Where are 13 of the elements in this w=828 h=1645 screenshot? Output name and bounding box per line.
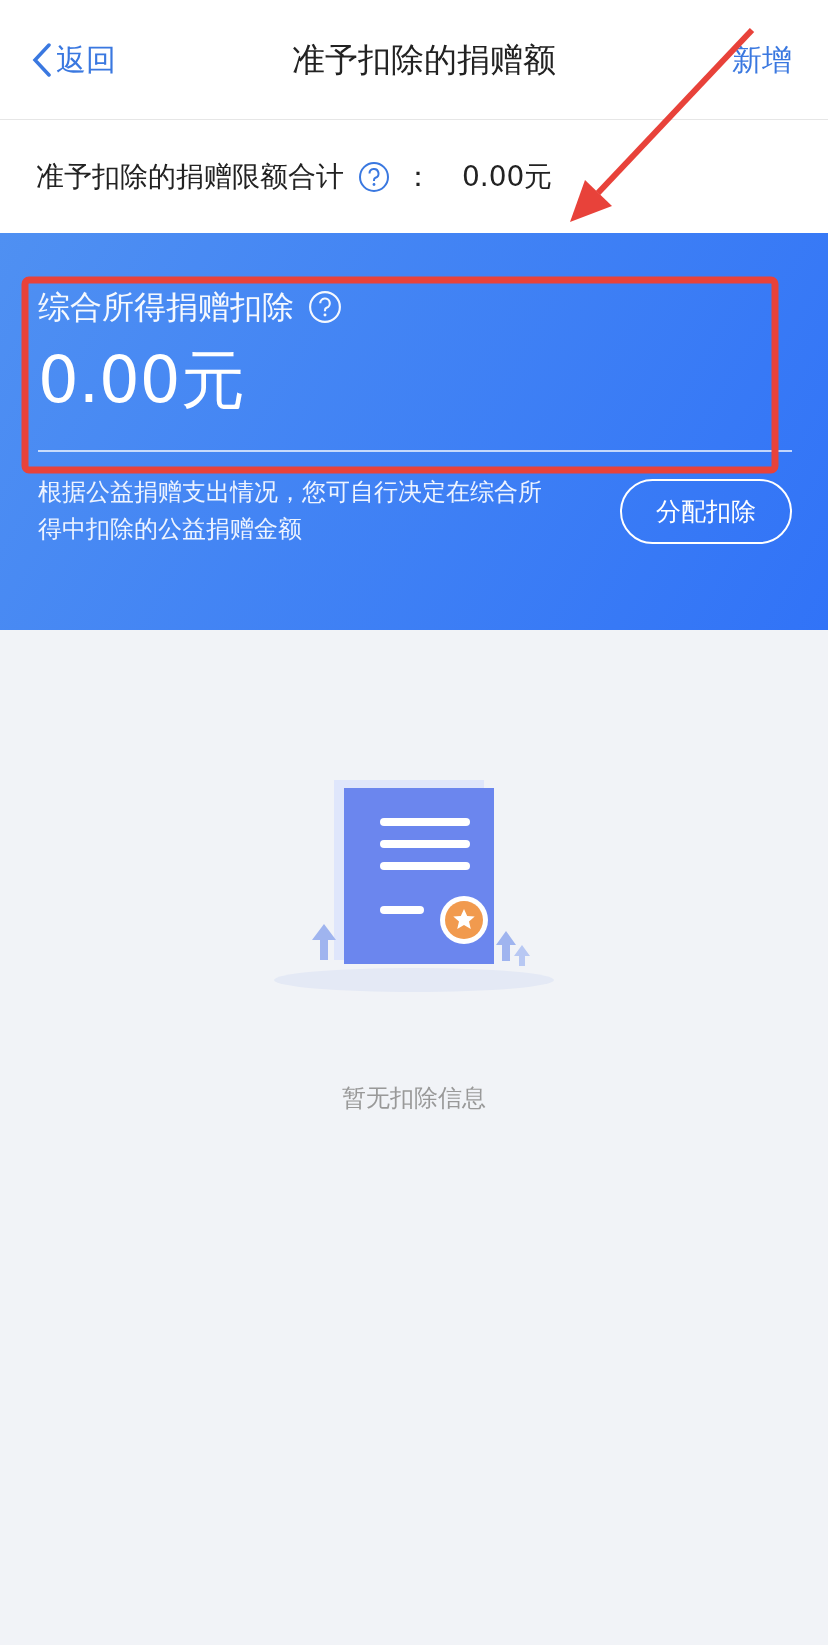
allocate-button[interactable]: 分配扣除 <box>620 478 792 545</box>
colon-separator: ： <box>404 158 432 195</box>
empty-message: 暂无扣除信息 <box>342 1083 486 1114</box>
help-icon[interactable] <box>358 160 390 193</box>
limit-amount: 0.00元 <box>462 158 553 195</box>
limit-label: 准予扣除的捐赠限额合计 <box>36 158 344 195</box>
back-chevron-icon <box>32 42 52 77</box>
summary-amount: 0.00元 <box>38 342 246 419</box>
add-link[interactable]: 新增 <box>732 37 792 82</box>
summary-note: 根据公益捐赠支出情况，您可自行决定在综合所得中扣除的公益捐赠金额 <box>38 477 543 546</box>
back-link[interactable]: 返回 <box>32 37 116 82</box>
summary-title: 综合所得捐赠扣除 <box>38 287 294 328</box>
page-title: 准予扣除的捐赠额 <box>292 38 556 81</box>
